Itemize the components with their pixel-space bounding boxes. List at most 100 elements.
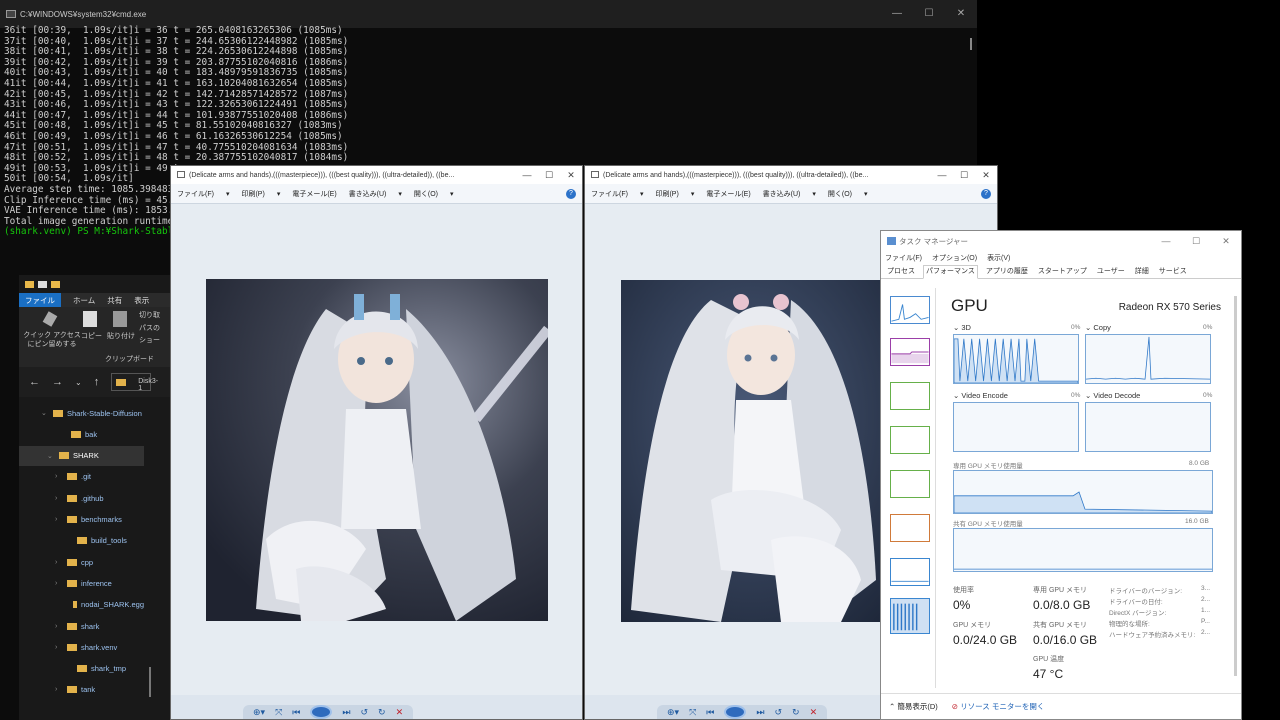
tab-details[interactable]: 詳細 [1133,266,1151,278]
maximize-button[interactable]: ☐ [538,166,560,184]
copy-button[interactable]: コピー [81,331,102,341]
chevron-right-icon[interactable]: › [55,623,63,630]
tree-item[interactable]: › benchmarks [19,510,144,530]
dropdown-icon[interactable]: ▾ [398,190,402,198]
menu-burn[interactable]: 書き込み(U) [349,189,387,199]
zoom-icon[interactable]: ⊕▾ [253,707,265,718]
tree-scrollbar[interactable] [149,667,151,697]
tree-item[interactable]: nodai_SHARK.egg [19,595,144,615]
gpu-thumbnail-0[interactable] [890,558,930,586]
dropdown-icon[interactable]: ▾ [864,190,868,198]
rotate-right-icon[interactable]: ↻ [378,707,386,718]
maximize-button[interactable]: ☐ [1181,231,1211,251]
tab-users[interactable]: ユーザー [1095,266,1127,278]
minimize-button[interactable]: — [931,166,953,184]
folder-icon[interactable] [25,280,34,288]
ethernet-thumbnail[interactable] [890,514,930,542]
chevron-right-icon[interactable]: › [55,580,63,587]
menu-print[interactable]: 印刷(P) [655,189,678,199]
forward-icon[interactable]: → [52,376,63,388]
chevron-right-icon[interactable]: › [55,644,63,651]
graph-video-encode[interactable] [953,402,1079,452]
dropdown-icon[interactable]: ▾ [226,190,230,198]
menu-options[interactable]: オプション(O) [932,253,977,263]
chevron-right-icon[interactable]: › [55,495,63,502]
scrollbar[interactable] [1234,296,1237,676]
paste-button[interactable]: 貼り付け [107,331,135,341]
graph-video-decode[interactable] [1085,402,1211,452]
tab-share[interactable]: 共有 [107,295,122,306]
rotate-left-icon[interactable]: ↺ [360,707,368,718]
graph-3d-label[interactable]: ⌄ 3D [953,323,971,332]
tree-item[interactable]: › cpp [19,552,144,572]
gpu-thumbnail-1[interactable] [890,598,930,634]
tree-item[interactable]: ⌄ Shark-Stable-Diffusion [19,403,144,423]
next-icon[interactable]: ⏭ [342,707,350,718]
tab-performance[interactable]: パフォーマンス [923,265,978,279]
tab-home[interactable]: ホーム [73,295,95,306]
paste-shortcut-button[interactable]: ショー [139,335,160,345]
tab-services[interactable]: サービス [1157,266,1189,278]
graph-copy-label[interactable]: ⌄ Copy [1085,323,1111,332]
tab-file[interactable]: ファイル [19,292,61,308]
cpu-thumbnail[interactable] [890,296,930,324]
disk-thumbnail-0[interactable] [890,382,930,410]
cmd-titlebar[interactable]: C:¥WINDOWS¥system32¥cmd.exe — ☐ ✕ [0,0,977,28]
chevron-right-icon[interactable]: › [55,686,63,693]
graph-dedicated-memory[interactable] [953,470,1213,514]
close-button[interactable]: ✕ [975,166,997,184]
menu-open[interactable]: 開く(O) [414,189,438,199]
tab-app-history[interactable]: アプリの履歴 [984,266,1030,278]
viewer-titlebar[interactable]: (Delicate arms and hands),(((masterpiece… [171,166,582,184]
menu-view[interactable]: 表示(V) [987,253,1010,263]
tree-item[interactable]: › .git [19,467,144,487]
chevron-right-icon[interactable]: › [55,516,63,523]
disk-thumbnail-1[interactable] [890,426,930,454]
dropdown-icon[interactable]: ▾ [640,190,644,198]
resource-monitor-link[interactable]: ⊘ リソース モニターを開く [952,701,1045,712]
next-icon[interactable]: ⏭ [756,707,764,718]
copy-path-button[interactable]: パスの [139,323,160,333]
menu-email[interactable]: 電子メール(E) [292,189,336,199]
new-folder-icon[interactable] [51,280,60,288]
close-button[interactable]: ✕ [560,166,582,184]
tab-startup[interactable]: スタートアップ [1036,266,1089,278]
previous-icon[interactable]: ⏮ [292,707,300,718]
fit-window-icon[interactable]: ⤧ [689,707,696,718]
tree-item[interactable]: ⌄ SHARK [19,445,144,466]
address-bar[interactable]: Disk3-1 [111,373,158,392]
menu-burn[interactable]: 書き込み(U) [763,189,801,199]
chevron-down-icon[interactable]: ⌄ [41,409,49,417]
menu-print[interactable]: 印刷(P) [241,189,264,199]
up-icon[interactable]: ↑ [94,376,100,388]
delete-icon[interactable]: ✕ [810,707,818,718]
graph-encode-label[interactable]: ⌄ Video Encode [953,391,1008,400]
minimize-button[interactable]: — [516,166,538,184]
dropdown-icon[interactable]: ▾ [450,190,454,198]
previous-icon[interactable]: ⏮ [706,707,714,718]
graph-shared-memory[interactable] [953,528,1213,572]
cut-button[interactable]: 切り取 [139,310,160,320]
tree-item[interactable]: build_tools [19,531,144,551]
disk-thumbnail-2[interactable] [890,470,930,498]
tree-item[interactable]: › shark [19,616,144,636]
dropdown-icon[interactable]: ▾ [277,190,281,198]
tree-item[interactable]: shark_tmp [19,659,144,679]
slideshow-button[interactable] [724,705,747,719]
menu-open[interactable]: 開く(O) [828,189,852,199]
tree-item[interactable]: bak [19,424,144,444]
minimize-button[interactable]: — [881,0,913,28]
recent-chevron-icon[interactable]: ⌄ [75,378,82,387]
menu-file[interactable]: ファイル(F) [591,189,628,199]
fit-window-icon[interactable]: ⤧ [275,707,282,718]
tree-item[interactable]: › tank [19,680,144,700]
slideshow-button[interactable] [310,705,333,719]
graph-3d[interactable] [953,334,1079,384]
zoom-icon[interactable]: ⊕▾ [667,707,679,718]
close-button[interactable]: ✕ [945,0,977,28]
help-icon[interactable]: ? [981,189,991,199]
tree-item[interactable]: › .github [19,488,144,508]
memory-thumbnail[interactable] [890,338,930,366]
tab-view[interactable]: 表示 [134,295,149,306]
close-button[interactable]: ✕ [1211,231,1241,251]
